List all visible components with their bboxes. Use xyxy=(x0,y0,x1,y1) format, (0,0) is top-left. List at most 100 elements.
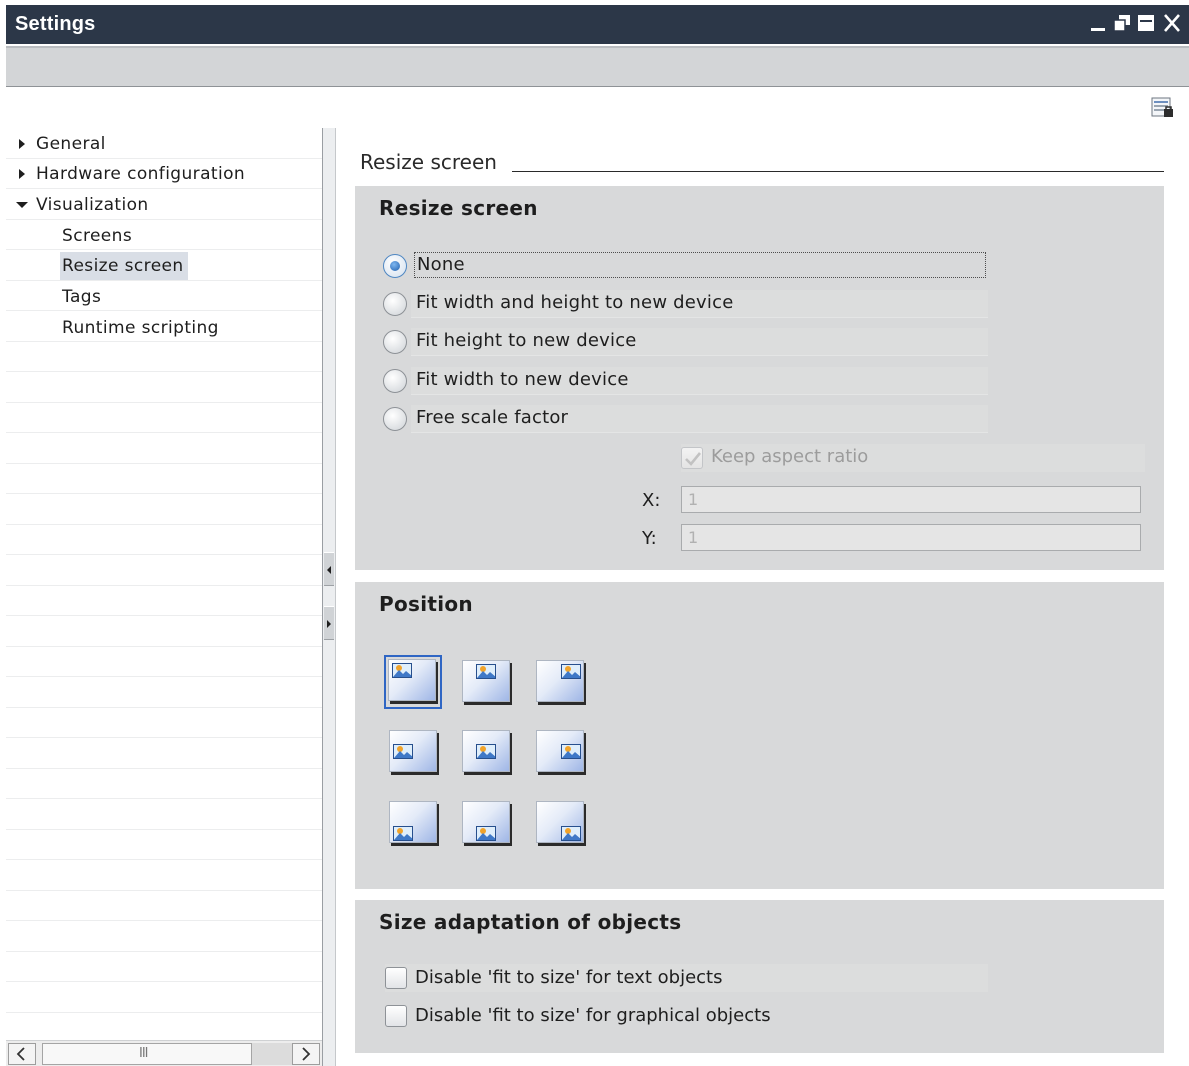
position-bottom-right-button[interactable] xyxy=(536,801,586,845)
checkbox-option-text-objects[interactable]: Disable 'fit to size' for text objects xyxy=(385,964,988,992)
position-top-center-button[interactable] xyxy=(462,660,512,704)
keep-aspect-checkbox[interactable] xyxy=(681,447,703,469)
radio-option-fit-height[interactable]: Fit height to new device xyxy=(383,328,988,356)
y-scale-input[interactable]: 1 xyxy=(681,524,1141,551)
nav-item-label: Resize screen xyxy=(62,256,184,276)
button-face xyxy=(536,730,584,772)
checkbox-label: Disable 'fit to size' for graphical obje… xyxy=(415,1005,771,1026)
position-middle-left-button[interactable] xyxy=(389,730,439,774)
checkbox-option-graphical-objects[interactable]: Disable 'fit to size' for graphical obje… xyxy=(385,1002,988,1030)
keep-aspect-row[interactable]: Keep aspect ratio xyxy=(681,444,1145,472)
image-icon xyxy=(476,826,496,841)
nav-row xyxy=(6,555,322,586)
position-center-button[interactable] xyxy=(462,730,512,774)
scrollbar-track[interactable] xyxy=(252,1043,292,1065)
radio-button[interactable] xyxy=(383,254,407,278)
nav-horizontal-scrollbar[interactable]: III xyxy=(6,1040,322,1066)
section-title: Resize screen xyxy=(379,196,538,220)
nav-item-label: General xyxy=(36,134,106,154)
checkmark-icon xyxy=(685,452,702,466)
image-icon xyxy=(476,664,496,679)
close-icon[interactable] xyxy=(1164,14,1180,32)
scrollbar-thumb[interactable]: III xyxy=(42,1043,252,1065)
nav-item-visualization[interactable]: Visualization xyxy=(16,191,149,219)
window-title: Settings xyxy=(15,13,96,35)
minimize-icon[interactable] xyxy=(1089,14,1107,32)
button-face xyxy=(462,730,510,772)
position-top-right-button[interactable] xyxy=(536,660,586,704)
button-face xyxy=(462,801,510,843)
radio-label: Fit height to new device xyxy=(416,330,637,351)
collapse-left-button[interactable] xyxy=(324,552,334,586)
settings-nav-tree: General Hardware configuration Visualiza… xyxy=(6,128,322,1040)
button-face xyxy=(536,801,584,843)
radio-option-none[interactable]: None xyxy=(383,252,988,280)
radio-button[interactable] xyxy=(383,292,407,316)
settings-content: Resize screen Resize screen None Fit wid… xyxy=(338,128,1189,1066)
nav-item-label: Screens xyxy=(62,226,133,246)
nav-item-label: Hardware configuration xyxy=(36,164,246,184)
nav-row xyxy=(6,982,322,1013)
image-icon xyxy=(393,744,413,759)
caret-down-icon[interactable] xyxy=(16,191,32,219)
nav-row xyxy=(6,708,322,738)
nav-item-hardware-configuration[interactable]: Hardware configuration xyxy=(16,160,245,188)
radio-option-free-scale[interactable]: Free scale factor xyxy=(383,405,988,433)
x-label: X: xyxy=(642,490,661,511)
image-icon xyxy=(561,664,581,679)
image-icon xyxy=(561,744,581,759)
image-icon xyxy=(393,826,413,841)
caret-right-icon[interactable] xyxy=(16,160,32,188)
size-adaptation-section: Size adaptation of objects Disable 'fit … xyxy=(355,900,1164,1053)
image-icon xyxy=(392,663,412,678)
button-face xyxy=(536,660,584,702)
button-face xyxy=(388,659,436,701)
section-title: Size adaptation of objects xyxy=(379,910,682,934)
nav-item-resize-screen[interactable]: Resize screen xyxy=(60,252,188,280)
scroll-right-button[interactable] xyxy=(292,1043,320,1065)
image-icon xyxy=(476,744,496,759)
nav-item-general[interactable]: General xyxy=(16,130,106,158)
checkbox[interactable] xyxy=(385,967,407,989)
position-bottom-left-button[interactable] xyxy=(389,801,439,845)
nav-item-label: Tags xyxy=(62,287,102,307)
button-face xyxy=(389,730,437,772)
restore-icon[interactable] xyxy=(1113,14,1131,32)
position-middle-right-button[interactable] xyxy=(536,730,586,774)
keep-aspect-label: Keep aspect ratio xyxy=(711,446,869,467)
scroll-left-button[interactable] xyxy=(8,1043,36,1065)
checkbox[interactable] xyxy=(385,1005,407,1027)
nav-item-screens[interactable]: Screens xyxy=(60,222,136,250)
radio-button[interactable] xyxy=(383,330,407,354)
radio-label: Fit width and height to new device xyxy=(416,292,734,313)
nav-row xyxy=(6,860,322,891)
panel-settings-icon[interactable] xyxy=(1151,96,1175,120)
page-title: Resize screen xyxy=(360,150,511,174)
nav-row xyxy=(6,891,322,921)
panel-splitter[interactable] xyxy=(322,128,336,1066)
nav-row xyxy=(6,494,322,525)
position-top-left-button[interactable] xyxy=(384,655,442,709)
window-titlebar: Settings xyxy=(6,5,1189,44)
scrollbar-grip-icon: III xyxy=(139,1046,148,1061)
nav-item-tags[interactable]: Tags xyxy=(60,283,105,311)
nav-row xyxy=(6,433,322,464)
radio-button[interactable] xyxy=(383,369,407,393)
radio-button[interactable] xyxy=(383,407,407,431)
maximize-icon[interactable] xyxy=(1137,14,1155,32)
nav-row xyxy=(6,586,322,616)
position-bottom-center-button[interactable] xyxy=(462,801,512,845)
expand-right-button[interactable] xyxy=(324,606,334,640)
nav-row xyxy=(6,616,322,647)
caret-right-icon[interactable] xyxy=(16,130,32,158)
nav-row xyxy=(6,952,322,982)
x-scale-input[interactable]: 1 xyxy=(681,486,1141,513)
nav-item-runtime-scripting[interactable]: Runtime scripting xyxy=(60,314,223,342)
radio-label: Free scale factor xyxy=(416,407,569,428)
nav-row xyxy=(6,769,322,799)
radio-option-fit-width[interactable]: Fit width to new device xyxy=(383,367,988,395)
chevron-right-icon xyxy=(302,1047,311,1061)
nav-row xyxy=(6,830,322,860)
radio-option-fit-width-height[interactable]: Fit width and height to new device xyxy=(383,290,988,318)
radio-label: None xyxy=(414,252,986,278)
